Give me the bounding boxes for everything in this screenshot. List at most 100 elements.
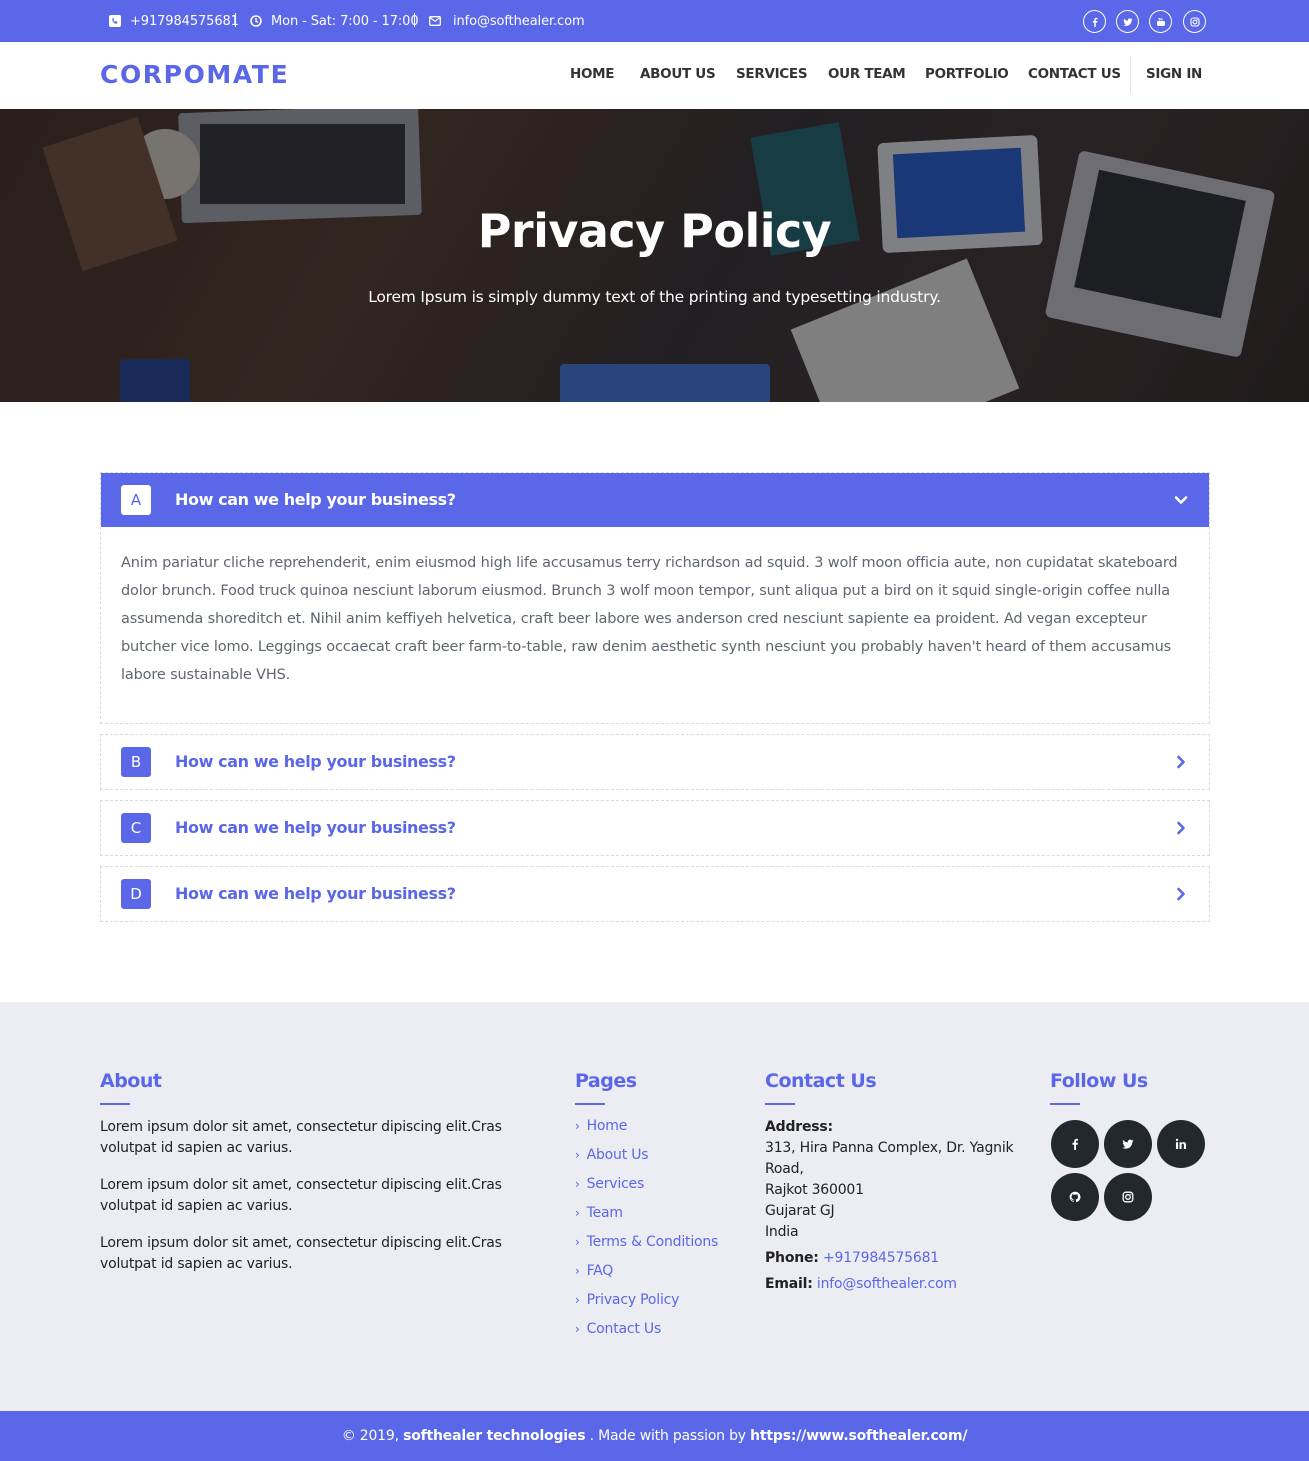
accordion-item-b: B How can we help your business? <box>100 734 1210 790</box>
accordion-badge: D <box>121 879 151 909</box>
accordion-badge: C <box>121 813 151 843</box>
page-title: Privacy Policy <box>477 204 832 258</box>
github-icon[interactable] <box>1051 1173 1099 1221</box>
phone-icon <box>109 15 121 27</box>
footer-link-label: Terms & Conditions <box>586 1234 719 1250</box>
contact-email: Email: info@softhealer.com <box>765 1274 957 1295</box>
address-line: Gujarat GJ <box>765 1203 835 1219</box>
twitter-icon[interactable] <box>1104 1120 1152 1168</box>
topbar-email-text: info@softhealer.com <box>453 13 585 29</box>
footer-link-faq[interactable]: › FAQ <box>575 1263 613 1279</box>
topbar-hours-text: Mon - Sat: 7:00 - 17:00 <box>271 13 419 29</box>
accordion-title: How can we help your business? <box>175 752 456 771</box>
nav-home[interactable]: HOME <box>570 66 615 82</box>
footer-link-team[interactable]: › Team <box>575 1205 623 1221</box>
instagram-icon[interactable] <box>1183 10 1206 33</box>
nav-our-team[interactable]: OUR TEAM <box>828 66 906 82</box>
website-link[interactable]: https://www.softhealer.com/ <box>750 1428 967 1444</box>
footer-link-privacy-policy[interactable]: › Privacy Policy <box>575 1292 679 1308</box>
linkedin-icon[interactable] <box>1157 1120 1205 1168</box>
chevron-right-icon: › <box>575 1322 580 1336</box>
top-bar: +917984575681 Mon - Sat: 7:00 - 17:00 in… <box>0 0 1309 42</box>
nav-divider <box>1130 56 1131 94</box>
chevron-right-icon <box>1171 752 1191 772</box>
accordion-header-b[interactable]: B How can we help your business? <box>101 735 1209 789</box>
nav-sign-in[interactable]: SIGN IN <box>1146 66 1202 82</box>
chevron-right-icon: › <box>575 1119 580 1133</box>
footer-link-label: Privacy Policy <box>586 1292 680 1308</box>
chevron-right-icon <box>1171 884 1191 904</box>
chevron-right-icon: › <box>575 1264 580 1278</box>
site-logo[interactable]: CORPOMATE <box>100 60 289 89</box>
accordion-title: How can we help your business? <box>175 884 456 903</box>
footer-contact-heading: Contact Us <box>765 1070 877 1092</box>
address-line: Rajkot 360001 <box>765 1182 864 1198</box>
email-label: Email: <box>765 1276 813 1292</box>
footer-link-label: FAQ <box>586 1263 614 1279</box>
accordion-title: How can we help your business? <box>175 818 456 837</box>
address-line: 313, Hira Panna Complex, Dr. Yagnik <box>765 1140 1014 1156</box>
chevron-right-icon <box>1171 818 1191 838</box>
accordion-header-c[interactable]: C How can we help your business? <box>101 801 1209 855</box>
topbar-hours: Mon - Sat: 7:00 - 17:00 <box>250 0 419 42</box>
topbar-email[interactable]: info@softhealer.com <box>429 0 585 42</box>
footer-link-label: Contact Us <box>586 1321 662 1337</box>
footer-heading-underline <box>1050 1103 1080 1105</box>
hero-banner: Privacy Policy Lorem Ipsum is simply dum… <box>0 109 1309 402</box>
footer-pages-heading: Pages <box>575 1070 637 1092</box>
main-navbar: CORPOMATE HOME ABOUT US SERVICES OUR TEA… <box>0 42 1309 109</box>
footer-link-label: Team <box>586 1205 623 1221</box>
chevron-right-icon: › <box>575 1235 580 1249</box>
chevron-right-icon: › <box>575 1148 580 1162</box>
envelope-icon <box>429 15 441 27</box>
nav-contact-us[interactable]: CONTACT US <box>1028 66 1121 82</box>
company-link[interactable]: softhealer technologies <box>403 1428 585 1444</box>
email-link[interactable]: info@softhealer.com <box>817 1276 957 1292</box>
footer-link-services[interactable]: › Services <box>575 1176 644 1192</box>
footer-link-terms[interactable]: › Terms & Conditions <box>575 1234 718 1250</box>
youtube-icon[interactable] <box>1149 10 1172 33</box>
footer-link-label: Services <box>586 1176 645 1192</box>
copyright-prefix: © 2019, <box>341 1428 399 1444</box>
accordion-item-a: A How can we help your business? Anim pa… <box>100 472 1210 724</box>
accordion-body: Anim pariatur cliche reprehenderit, enim… <box>121 555 1178 683</box>
footer-heading-underline <box>100 1103 130 1105</box>
footer-link-label: Home <box>586 1118 628 1134</box>
phone-label: Phone: <box>765 1250 819 1266</box>
footer-about-text: Lorem ipsum dolor sit amet, consectetur … <box>100 1235 502 1272</box>
footer-link-contact-us[interactable]: › Contact Us <box>575 1321 661 1337</box>
footer-link-label: About Us <box>586 1147 649 1163</box>
address-line: Road, <box>765 1161 804 1177</box>
topbar-phone: +917984575681 <box>109 0 239 42</box>
phone-link[interactable]: +917984575681 <box>823 1250 939 1266</box>
nav-about-us[interactable]: ABOUT US <box>640 66 716 82</box>
instagram-icon[interactable] <box>1104 1173 1152 1221</box>
footer-follow-heading: Follow Us <box>1050 1070 1148 1092</box>
footer-link-home[interactable]: › Home <box>575 1118 627 1134</box>
address-label: Address: <box>765 1119 833 1135</box>
accordion-badge: A <box>121 485 151 515</box>
chevron-right-icon: › <box>575 1177 580 1191</box>
nav-portfolio[interactable]: PORTFOLIO <box>925 66 1009 82</box>
footer-about-text: Lorem ipsum dolor sit amet, consectetur … <box>100 1119 502 1156</box>
chevron-right-icon: › <box>575 1293 580 1307</box>
chevron-right-icon: › <box>575 1206 580 1220</box>
twitter-icon[interactable] <box>1116 10 1139 33</box>
accordion-header-d[interactable]: D How can we help your business? <box>101 867 1209 921</box>
footer-about-text: Lorem ipsum dolor sit amet, consectetur … <box>100 1177 502 1214</box>
footer-link-about-us[interactable]: › About Us <box>575 1147 649 1163</box>
accordion-item-c: C How can we help your business? <box>100 800 1210 856</box>
facebook-icon[interactable] <box>1051 1120 1099 1168</box>
clock-icon <box>250 15 262 27</box>
topbar-separator <box>235 13 236 27</box>
address-line: India <box>765 1224 799 1240</box>
topbar-separator <box>414 13 415 27</box>
accordion-header-a[interactable]: A How can we help your business? <box>101 473 1209 527</box>
accordion-badge: B <box>121 747 151 777</box>
hero-subtitle: Lorem Ipsum is simply dummy text of the … <box>368 288 941 306</box>
footer: About Lorem ipsum dolor sit amet, consec… <box>0 1002 1309 1411</box>
nav-services[interactable]: SERVICES <box>736 66 808 82</box>
footer-heading-underline <box>765 1103 795 1105</box>
contact-phone: Phone: +917984575681 <box>765 1248 939 1269</box>
facebook-icon[interactable] <box>1083 10 1106 33</box>
